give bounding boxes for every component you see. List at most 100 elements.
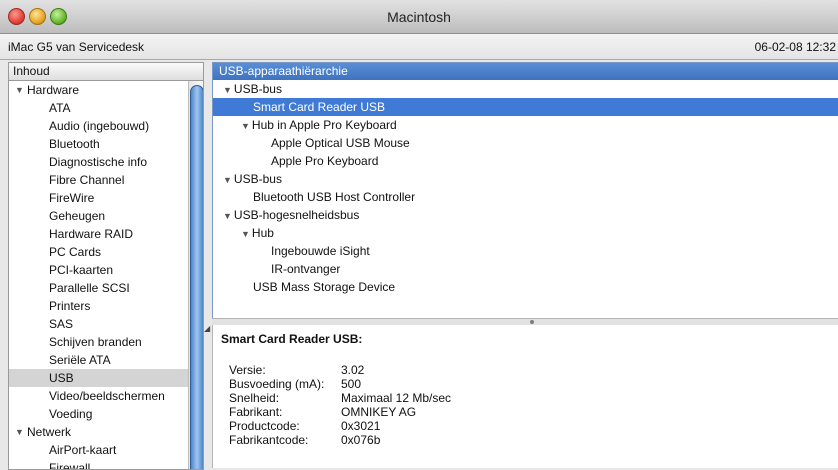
tree-row-label: Bluetooth USB Host Controller: [253, 190, 416, 204]
sidebar-item[interactable]: Hardware RAID: [9, 225, 203, 243]
tree-row[interactable]: ▼ USB-bus: [213, 170, 838, 188]
details-row: Versie: 3.02: [229, 363, 451, 377]
sidebar-item[interactable]: AirPort-kaart: [9, 441, 203, 459]
tree-row[interactable]: ▼ Hub in Apple Pro Keyboard: [213, 116, 838, 134]
sidebar-item-label: Video/beeldschermen: [49, 389, 165, 403]
sidebar-item[interactable]: PC Cards: [9, 243, 203, 261]
info-bar: iMac G5 van Servicedesk 06-02-08 12:32: [0, 34, 838, 60]
sidebar-item[interactable]: PCI-kaarten: [9, 261, 203, 279]
details-key: Busvoeding (mA):: [229, 377, 325, 391]
sidebar-item[interactable]: Seriële ATA: [9, 351, 203, 369]
sidebar-item[interactable]: Firewall: [9, 459, 203, 470]
sidebar-item-label: Printers: [49, 299, 91, 313]
sidebar-item-label: Geheugen: [49, 209, 106, 223]
tree-row-label: USB-bus: [233, 172, 282, 186]
disclosure-triangle-icon[interactable]: ▼: [15, 423, 24, 441]
sidebar-item[interactable]: ATA: [9, 99, 203, 117]
details-value: OMNIKEY AG: [341, 405, 417, 419]
sidebar-item-label: ATA: [49, 101, 71, 115]
disclosure-triangle-icon[interactable]: ▼: [223, 85, 232, 95]
window-title: Macintosh: [387, 9, 451, 25]
sidebar-item[interactable]: Bluetooth: [9, 135, 203, 153]
tree-row[interactable]: Apple Pro Keyboard: [213, 152, 838, 170]
tree-row[interactable]: IR-ontvanger: [213, 260, 838, 278]
details-row: Fabrikantcode: 0x076b: [229, 433, 451, 447]
tree-list: ▼ USB-bus Smart Card Reader USB ▼ Hub in App…: [213, 80, 838, 296]
sidebar-item-label: AirPort-kaart: [49, 443, 117, 457]
sidebar-item[interactable]: Diagnostische info: [9, 153, 203, 171]
tree-row[interactable]: Smart Card Reader USB: [213, 98, 838, 116]
sidebar-item-label: PCI-kaarten: [49, 263, 114, 277]
details-row: Snelheid: Maximaal 12 Mb/sec: [229, 391, 451, 405]
tree-row[interactable]: Ingebouwde iSight: [213, 242, 838, 260]
details-key: Snelheid:: [229, 391, 280, 405]
sidebar-item-label: SAS: [49, 317, 74, 331]
sidebar-item-label: Firewall: [49, 461, 91, 470]
details-value: 3.02: [341, 363, 365, 377]
splitter-grip-icon[interactable]: [530, 320, 534, 324]
tree-row[interactable]: ▼ USB-bus: [213, 80, 838, 98]
disclosure-triangle-icon[interactable]: ▼: [223, 211, 232, 221]
tree-row[interactable]: Apple Optical USB Mouse: [213, 134, 838, 152]
scrollbar-thumb[interactable]: [190, 85, 203, 469]
details-value: 0x076b: [341, 433, 381, 447]
sidebar-item[interactable]: Voeding: [9, 405, 203, 423]
tree-row-label: USB-hogesnelheidsbus: [233, 208, 360, 222]
sidebar-item[interactable]: Schijven branden: [9, 333, 203, 351]
sidebar-list: ▼ Hardware ATA Audio (ingebouwd) Bluetooth Di…: [9, 81, 203, 470]
sidebar-item[interactable]: Fibre Channel: [9, 171, 203, 189]
disclosure-triangle-icon[interactable]: ▼: [241, 229, 250, 239]
sidebar-item-label: Audio (ingebouwd): [49, 119, 150, 133]
usb-tree-panel[interactable]: USB-apparaathiërarchie ▼ USB-bus Smart Car…: [212, 62, 838, 320]
date-time: 06-02-08 12:32: [754, 40, 836, 54]
details-row: Busvoeding (mA): 500: [229, 377, 451, 391]
sidebar-scrollbar[interactable]: [188, 81, 203, 469]
resize-corner-icon[interactable]: ◢: [204, 324, 210, 333]
details-value: Maximaal 12 Mb/sec: [341, 391, 452, 405]
disclosure-triangle-icon[interactable]: ▼: [15, 81, 24, 99]
tree-row-label: USB Mass Storage Device: [253, 280, 396, 294]
tree-header[interactable]: USB-apparaathiërarchie: [213, 63, 838, 80]
details-key: Versie:: [229, 363, 266, 377]
sidebar-item[interactable]: ▼ Netwerk: [9, 423, 203, 441]
details-row: Fabrikant: OMNIKEY AG: [229, 405, 451, 419]
sidebar-item-label: Hardware RAID: [49, 227, 134, 241]
sidebar-item-label: Fibre Channel: [49, 173, 125, 187]
details-key: Fabrikantcode:: [229, 433, 309, 447]
details-value: 500: [341, 377, 362, 391]
tree-row[interactable]: ▼ USB-hogesnelheidsbus: [213, 206, 838, 224]
sidebar-item-label: Diagnostische info: [49, 155, 148, 169]
details-table: Versie: 3.02 Busvoeding (mA): 500 Snelheid: M…: [229, 363, 451, 447]
sidebar-item-label: FireWire: [49, 191, 95, 205]
sidebar-item-label: Seriële ATA: [49, 353, 111, 367]
sidebar-item[interactable]: Parallelle SCSI: [9, 279, 203, 297]
details-row: Productcode: 0x3021: [229, 419, 451, 433]
sidebar-item[interactable]: Geheugen: [9, 207, 203, 225]
details-value: 0x3021: [341, 419, 381, 433]
sidebar-item-label: Bluetooth: [49, 137, 100, 151]
tree-row-label: Ingebouwde iSight: [271, 244, 370, 258]
contents-sidebar[interactable]: Inhoud ▼ Hardware ATA Audio (ingebouwd) Blue…: [8, 62, 204, 470]
sidebar-item[interactable]: ▼ Hardware: [9, 81, 203, 99]
tree-row-label: IR-ontvanger: [271, 262, 341, 276]
sidebar-item-label: Parallelle SCSI: [49, 281, 130, 295]
disclosure-triangle-icon[interactable]: ▼: [241, 121, 250, 131]
sidebar-item[interactable]: Video/beeldschermen: [9, 387, 203, 405]
tree-row[interactable]: ▼ Hub: [213, 224, 838, 242]
sidebar-item[interactable]: USB: [9, 369, 203, 387]
tree-row-label: Hub in Apple Pro Keyboard: [251, 118, 397, 132]
disclosure-triangle-icon[interactable]: ▼: [223, 175, 232, 185]
sidebar-header[interactable]: Inhoud: [9, 63, 203, 81]
sidebar-item[interactable]: SAS: [9, 315, 203, 333]
sidebar-item-label: Voeding: [49, 407, 93, 421]
tree-row[interactable]: Bluetooth USB Host Controller: [213, 188, 838, 206]
tree-row-label: Hub: [251, 226, 274, 240]
sidebar-item[interactable]: Printers: [9, 297, 203, 315]
sidebar-item[interactable]: FireWire: [9, 189, 203, 207]
details-title: Smart Card Reader USB:: [221, 332, 363, 346]
sidebar-item[interactable]: Audio (ingebouwd): [9, 117, 203, 135]
tree-row-label: Smart Card Reader USB: [253, 100, 386, 114]
sidebar-item-label: USB: [49, 371, 74, 385]
tree-row[interactable]: USB Mass Storage Device: [213, 278, 838, 296]
machine-name: iMac G5 van Servicedesk: [8, 40, 145, 54]
